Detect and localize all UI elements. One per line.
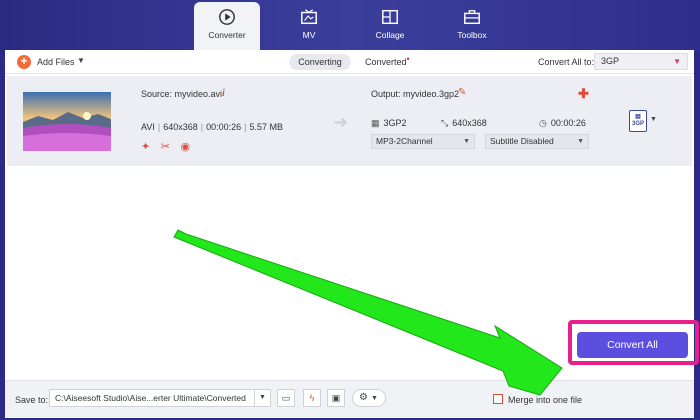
save-path-select[interactable]: C:\Aiseesoft Studio\Aise...erter Ultimat… bbox=[49, 389, 271, 407]
output-format-value: 3GP2 bbox=[383, 118, 407, 128]
source-container: AVI bbox=[141, 122, 155, 132]
add-files-plus-icon[interactable]: + bbox=[17, 55, 31, 69]
convert-all-format-select[interactable]: 3GP ▼ bbox=[594, 53, 688, 70]
collage-icon bbox=[382, 9, 398, 25]
tab-mv[interactable]: MV bbox=[277, 2, 341, 48]
pencil-icon[interactable]: ✎ bbox=[458, 87, 466, 98]
merge-label: Merge into one file bbox=[508, 395, 583, 405]
merge-checkbox[interactable] bbox=[493, 394, 503, 404]
clock-icon: ◷ bbox=[539, 118, 547, 128]
source-duration: 00:00:26 bbox=[206, 122, 242, 132]
save-to-label: Save to: bbox=[15, 395, 49, 405]
film-icon: ▦ bbox=[371, 118, 380, 128]
tab-converter[interactable]: Converter bbox=[194, 2, 260, 52]
subtitle-select[interactable]: Subtitle Disabled ▼ bbox=[485, 134, 589, 149]
new-indicator-dot: • bbox=[406, 54, 410, 64]
source-size: 5.57 MB bbox=[249, 122, 283, 132]
settings-button[interactable]: ⚙ ▼ bbox=[352, 389, 386, 407]
chevron-down-icon: ▼ bbox=[254, 390, 270, 406]
format-dropdown-icon[interactable]: ▼ bbox=[650, 116, 657, 123]
mv-icon bbox=[301, 9, 317, 25]
gear-icon: ⚙ bbox=[359, 392, 368, 403]
add-files-button[interactable]: Add Files bbox=[37, 57, 75, 67]
tab-toolbox[interactable]: Toolbox bbox=[440, 2, 504, 48]
output-format: ▦ 3GP2 bbox=[371, 118, 407, 129]
tab-converted[interactable]: Converted• bbox=[365, 54, 410, 67]
save-path-value: C:\Aiseesoft Studio\Aise...erter Ultimat… bbox=[55, 393, 246, 403]
tab-mv-label: MV bbox=[302, 30, 316, 40]
folder-icon[interactable]: ▭ bbox=[277, 389, 295, 407]
tab-converter-label: Converter bbox=[208, 30, 246, 40]
arrow-right-icon: ➜ bbox=[333, 112, 349, 132]
output-duration: ◷ 00:00:26 bbox=[539, 118, 586, 129]
tab-converted-label: Converted bbox=[365, 57, 407, 67]
thumbnail-image bbox=[23, 92, 111, 151]
chevron-down-icon: ▼ bbox=[463, 138, 470, 145]
hardware-accel-off-icon[interactable]: ϟ bbox=[303, 389, 321, 407]
add-files-dropdown-icon[interactable]: ▼ bbox=[77, 56, 85, 65]
gpu-off-icon[interactable]: ▣ bbox=[327, 389, 345, 407]
file-item: Source: myvideo.avi i AVI | 640x368 | 00:00:… bbox=[7, 76, 692, 166]
output-format-badge-label: 3GP bbox=[631, 121, 644, 127]
scissors-icon[interactable]: ✂ bbox=[161, 140, 170, 153]
chevron-down-icon: ▼ bbox=[370, 395, 378, 402]
magic-wand-icon[interactable]: ✦ bbox=[141, 140, 150, 153]
output-resolution: ⤡ 640x368 bbox=[441, 118, 487, 129]
source-resolution: 640x368 bbox=[163, 122, 198, 132]
top-nav-bar: Converter MV Collage Toolbox bbox=[0, 0, 700, 52]
toolbox-icon bbox=[464, 10, 480, 25]
convert-all-format-value: 3GP bbox=[601, 56, 620, 66]
source-filename: Source: myvideo.avi bbox=[141, 89, 223, 99]
tab-converting[interactable]: Converting bbox=[289, 54, 351, 70]
palette-icon[interactable]: ◉ bbox=[180, 140, 190, 153]
convert-all-button[interactable]: Convert All bbox=[577, 332, 688, 358]
output-filename: Output: myvideo.3gp2 bbox=[371, 89, 460, 99]
video-thumbnail[interactable] bbox=[23, 92, 111, 151]
audio-track-select[interactable]: MP3-2Channel ▼ bbox=[371, 134, 475, 149]
resize-icon: ⤡ bbox=[441, 118, 449, 128]
bottom-bar: Save to: C:\Aiseesoft Studio\Aise...erte… bbox=[5, 380, 694, 418]
output-format-badge[interactable]: ▤ 3GP bbox=[629, 110, 647, 132]
convert-all-to-label: Convert All to: bbox=[538, 57, 595, 67]
tab-collage-label: Collage bbox=[375, 30, 405, 40]
source-meta: AVI | 640x368 | 00:00:26 | 5.57 MB bbox=[141, 122, 283, 132]
tab-collage[interactable]: Collage bbox=[358, 2, 422, 48]
edit-tools: ✦ ✂ ◉ bbox=[141, 140, 198, 153]
subtitle-value: Subtitle Disabled bbox=[490, 136, 554, 146]
output-duration-value: 00:00:26 bbox=[550, 118, 586, 128]
chevron-down-icon: ▼ bbox=[577, 138, 584, 145]
chevron-down-icon: ▼ bbox=[673, 57, 681, 66]
converter-icon bbox=[219, 9, 235, 25]
audio-track-value: MP3-2Channel bbox=[376, 136, 433, 146]
converter-toolbar: + Add Files ▼ Converting Converted• Conv… bbox=[5, 50, 694, 74]
info-icon[interactable]: i bbox=[222, 88, 225, 99]
tab-toolbox-label: Toolbox bbox=[457, 30, 487, 40]
add-track-icon[interactable]: ✚ bbox=[578, 86, 589, 102]
output-resolution-value: 640x368 bbox=[452, 118, 487, 128]
